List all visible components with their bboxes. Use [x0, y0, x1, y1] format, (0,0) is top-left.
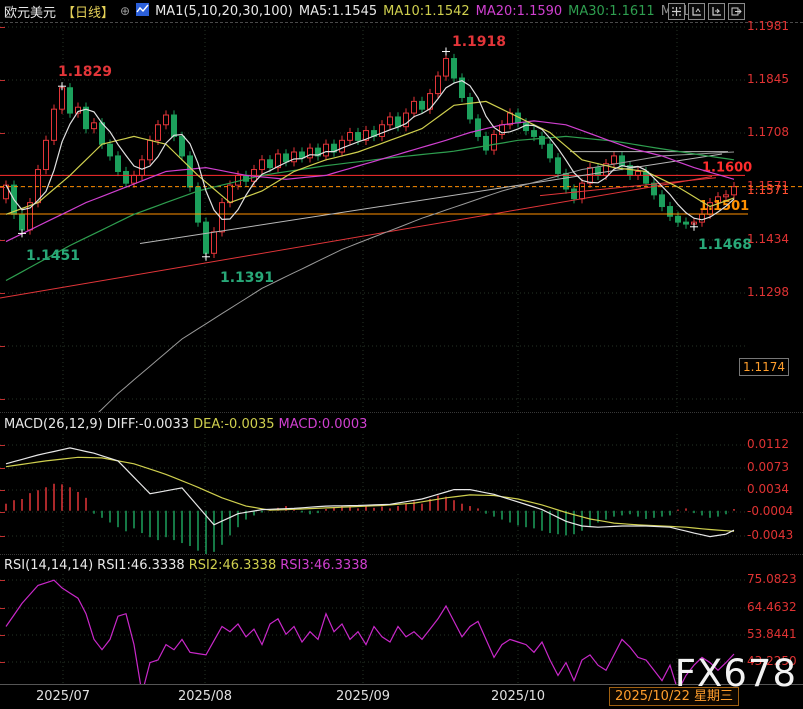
macd-dea-value: DEA:-0.0035 — [193, 417, 274, 432]
macd-chart[interactable] — [0, 434, 803, 554]
date-label: 2025/08 — [165, 689, 245, 704]
ma20-value: MA20:1.1590 — [476, 4, 563, 19]
svg-text:1.1918: 1.1918 — [452, 34, 506, 50]
macd-macd-value: MACD:0.0003 — [279, 417, 368, 432]
macd-diff-value: DIFF:-0.0033 — [107, 417, 189, 432]
period-selector[interactable]: 【日线】 — [62, 2, 114, 21]
fx678-watermark: FX678 — [675, 652, 797, 695]
axis-scale-right-icon[interactable] — [708, 3, 725, 20]
macd-title: MACD(26,12,9) — [4, 417, 103, 432]
svg-text:1.1829: 1.1829 — [58, 64, 112, 80]
date-label: 2025/07 — [23, 689, 103, 704]
svg-text:1.1468: 1.1468 — [698, 237, 752, 253]
ma30-value: MA30:1.1611 — [568, 4, 655, 19]
rsi-legend-row: RSI(14,14,14) RSI1:46.3338 RSI2:46.3338 … — [0, 554, 803, 575]
macd-legend-row: MACD(26,12,9) DIFF:-0.0033 DEA:-0.0035 M… — [0, 412, 803, 435]
chart-thumbnail-icon — [136, 3, 149, 20]
svg-text:1.1391: 1.1391 — [220, 270, 274, 286]
date-label: 2025/09 — [323, 689, 403, 704]
axis-scale-up-icon[interactable] — [688, 3, 705, 20]
rsi-title: RSI(14,14,14) — [4, 558, 93, 573]
rsi3-value: RSI3:46.3338 — [280, 558, 368, 573]
ma5-value: MA5:1.1545 — [299, 4, 377, 19]
trading-app: { "header": { "symbol": "欧元美元", "period"… — [0, 0, 803, 709]
svg-text:1.1600: 1.1600 — [702, 160, 752, 175]
chart-toolbar — [668, 3, 745, 20]
main-price-chart[interactable]: 1.16001.15011.18291.19181.14511.13911.14… — [0, 22, 803, 412]
ma10-value: MA10:1.1542 — [383, 4, 470, 19]
rsi2-value: RSI2:46.3338 — [189, 558, 277, 573]
circle-plus-icon[interactable]: ⊕ — [120, 4, 130, 18]
svg-text:1.1451: 1.1451 — [26, 248, 80, 264]
rsi1-value: RSI1:46.3338 — [97, 558, 185, 573]
crosshair-icon[interactable] — [668, 3, 685, 20]
symbol-title: 欧元美元 — [4, 2, 56, 21]
date-label: 2025/10 — [478, 689, 558, 704]
ma-settings-label: MA1(5,10,20,30,100) — [155, 4, 293, 19]
exit-fullscreen-icon[interactable] — [728, 3, 745, 20]
